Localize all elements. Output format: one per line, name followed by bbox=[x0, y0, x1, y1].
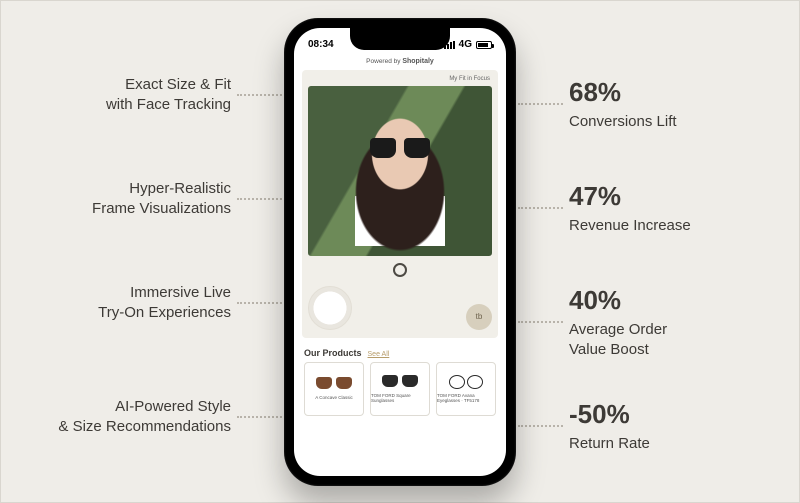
tryon-action-button[interactable]: tb bbox=[466, 304, 492, 330]
sunglasses-icon bbox=[380, 375, 420, 389]
frame-swatch[interactable] bbox=[308, 286, 352, 330]
stat-callout: 68% Conversions Lift bbox=[500, 75, 759, 132]
stat-label: Average Order bbox=[569, 321, 667, 338]
feature-line: Immersive Live bbox=[130, 284, 231, 301]
connector-dots bbox=[237, 416, 282, 418]
product-name: A Concave Classic bbox=[315, 395, 353, 400]
phone-frame: 08:34 4G Powered by Shopitaly My Fit in … bbox=[284, 18, 516, 486]
capture-button[interactable] bbox=[393, 263, 407, 277]
phone-screen: 08:34 4G Powered by Shopitaly My Fit in … bbox=[294, 28, 506, 476]
our-products-section: Our Products See All A Concave Classic T… bbox=[294, 338, 506, 416]
status-time: 08:34 bbox=[308, 39, 334, 50]
see-all-link[interactable]: See All bbox=[368, 351, 390, 358]
stat-label: Conversions Lift bbox=[569, 113, 677, 130]
powered-by-brand: Shopitaly bbox=[402, 58, 434, 65]
feature-line: Frame Visualizations bbox=[92, 200, 231, 217]
connector-dots bbox=[518, 425, 563, 427]
powered-by-label: Powered by bbox=[366, 58, 400, 65]
feature-text: AI-Powered Style & Size Recommendations bbox=[41, 397, 231, 438]
stat-label: Revenue Increase bbox=[569, 217, 691, 234]
connector-dots bbox=[237, 94, 282, 96]
feature-line: Exact Size & Fit bbox=[125, 76, 231, 93]
stat-value: 68% bbox=[569, 75, 759, 110]
phone-notch bbox=[350, 28, 450, 50]
product-cards[interactable]: A Concave Classic TOM FORD Square Sungla… bbox=[304, 362, 496, 416]
stat-text: 40% Average Order Value Boost bbox=[569, 283, 759, 361]
feature-line: & Size Recommendations bbox=[58, 418, 231, 435]
stat-label: Return Rate bbox=[569, 435, 650, 452]
feature-callout: Hyper-Realistic Frame Visualizations bbox=[41, 179, 300, 220]
stat-text: -50% Return Rate bbox=[569, 397, 759, 454]
tryon-action-label: tb bbox=[476, 312, 483, 321]
product-card[interactable]: A Concave Classic bbox=[304, 362, 364, 416]
connector-dots bbox=[518, 321, 563, 323]
product-card[interactable]: TOM FORD Avana Eyeglasses · TF5178 bbox=[436, 362, 496, 416]
connector-dots bbox=[237, 198, 282, 200]
stat-callout: 40% Average Order Value Boost bbox=[500, 283, 759, 361]
tryon-tab[interactable]: My Fit in Focus bbox=[449, 76, 490, 82]
feature-line: Hyper-Realistic bbox=[129, 180, 231, 197]
sunglasses-icon bbox=[314, 377, 354, 391]
stat-callout: -50% Return Rate bbox=[500, 397, 759, 454]
stat-value: 40% bbox=[569, 283, 759, 318]
powered-by: Powered by Shopitaly bbox=[294, 56, 506, 66]
product-card[interactable]: TOM FORD Square Sunglasses bbox=[370, 362, 430, 416]
stat-label: Value Boost bbox=[569, 341, 649, 358]
connector-dots bbox=[518, 207, 563, 209]
feature-text: Hyper-Realistic Frame Visualizations bbox=[41, 179, 231, 220]
stat-text: 68% Conversions Lift bbox=[569, 75, 759, 132]
stat-value: -50% bbox=[569, 397, 759, 432]
feature-text: Exact Size & Fit with Face Tracking bbox=[41, 75, 231, 116]
tryon-capture-row bbox=[308, 262, 492, 278]
our-products-title: Our Products bbox=[304, 348, 362, 358]
feature-line: with Face Tracking bbox=[106, 96, 231, 113]
our-products-header: Our Products See All bbox=[304, 348, 496, 358]
feature-callout: Immersive Live Try-On Experiences bbox=[41, 283, 300, 324]
connector-dots bbox=[237, 302, 282, 304]
feature-callout: AI-Powered Style & Size Recommendations bbox=[41, 397, 300, 438]
stat-callout: 47% Revenue Increase bbox=[500, 179, 759, 236]
feature-text: Immersive Live Try-On Experiences bbox=[41, 283, 231, 324]
product-name: TOM FORD Avana Eyeglasses · TF5178 bbox=[437, 393, 495, 403]
network-label: 4G bbox=[459, 39, 472, 50]
tryon-panel: My Fit in Focus tb bbox=[302, 70, 498, 338]
product-name: TOM FORD Square Sunglasses bbox=[371, 393, 429, 403]
eyeglasses-icon bbox=[446, 375, 486, 389]
feature-callout: Exact Size & Fit with Face Tracking bbox=[41, 75, 300, 116]
stat-value: 47% bbox=[569, 179, 759, 214]
connector-dots bbox=[518, 103, 563, 105]
stat-text: 47% Revenue Increase bbox=[569, 179, 759, 236]
tryon-tabs: My Fit in Focus bbox=[308, 76, 492, 86]
feature-line: AI-Powered Style bbox=[115, 398, 231, 415]
tryon-thumb-row: tb bbox=[308, 286, 492, 330]
virtual-sunglasses-icon bbox=[370, 138, 430, 160]
battery-icon bbox=[476, 41, 492, 49]
tryon-camera-view[interactable] bbox=[308, 86, 492, 256]
feature-line: Try-On Experiences bbox=[98, 304, 231, 321]
status-right: 4G bbox=[444, 39, 492, 50]
